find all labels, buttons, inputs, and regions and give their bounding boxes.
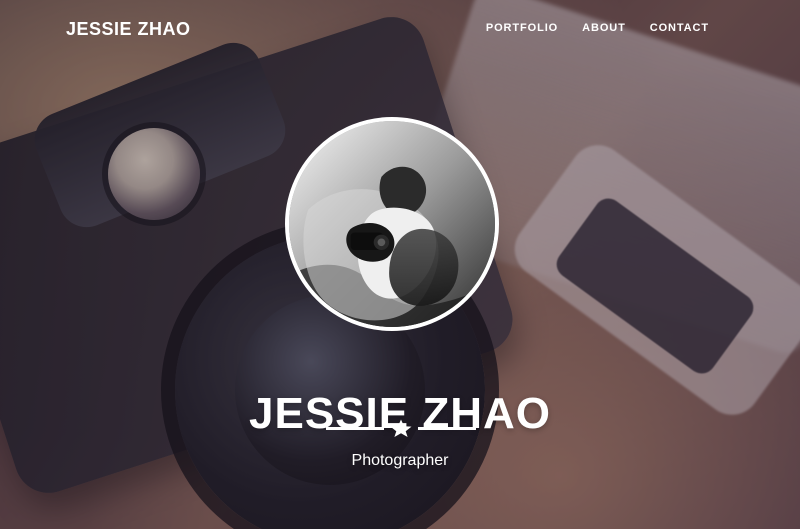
star-icon xyxy=(390,419,412,437)
divider-line-left xyxy=(326,427,384,430)
hero-section: JESSIE ZHAO Photographer xyxy=(0,0,800,529)
title-divider xyxy=(326,418,476,438)
avatar-photo xyxy=(289,121,495,327)
divider-line-right xyxy=(418,427,476,430)
hero-subtitle: Photographer xyxy=(351,452,449,469)
profile-avatar xyxy=(285,117,499,331)
